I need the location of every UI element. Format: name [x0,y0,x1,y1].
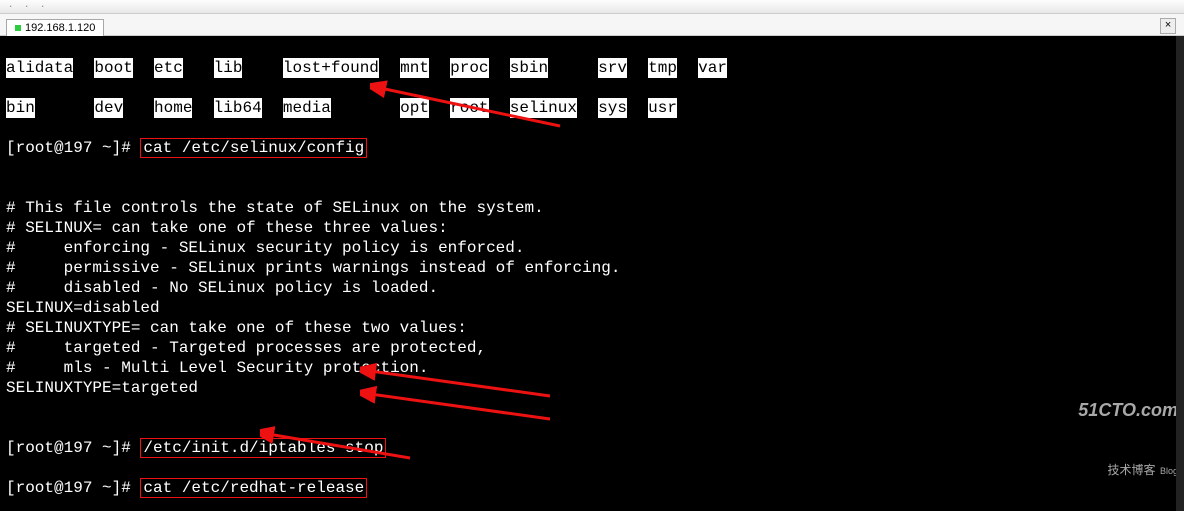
command-highlight: cat /etc/redhat-release [140,478,367,498]
toolbar-icon: · [40,2,50,12]
command-highlight: cat /etc/selinux/config [140,138,367,158]
close-button[interactable]: × [1160,18,1176,34]
toolbar-icon: · [24,2,34,12]
prompt-line: [root@197 ~]# /etc/init.d/iptables stop [6,438,1178,458]
app-toolbar: · · · [0,0,1184,14]
file-output: # This file controls the state of SELinu… [6,178,1178,418]
session-tab[interactable]: 192.168.1.120 [6,19,104,37]
toolbar-icon: · [8,2,18,12]
tab-bar: 192.168.1.120 [0,14,1184,36]
terminal[interactable]: alidata boot etc lib lost+found mnt proc… [0,36,1184,511]
prompt-line: [root@197 ~]# cat /etc/selinux/config [6,138,1178,158]
tab-label: 192.168.1.120 [25,22,95,34]
ls-output-row: bin dev home lib64 media opt root selinu… [6,98,1178,118]
scrollbar[interactable] [1176,36,1184,511]
ls-output-row: alidata boot etc lib lost+found mnt proc… [6,58,1178,78]
status-dot-icon [15,25,21,31]
prompt-line: [root@197 ~]# cat /etc/redhat-release [6,478,1178,498]
command-highlight: /etc/init.d/iptables stop [140,438,386,458]
watermark: 51CTO.com 技术博客 Blog [1078,360,1178,501]
